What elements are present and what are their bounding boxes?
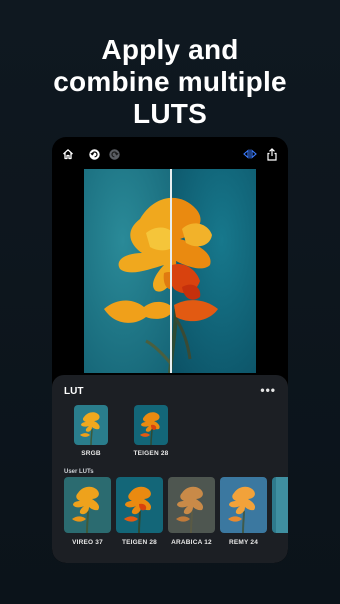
- compare-icon[interactable]: [242, 148, 258, 160]
- user-lut-label: ARABICA 12: [171, 539, 212, 546]
- headline-line-3: LUTS: [133, 98, 207, 129]
- user-lut-vireo-thumb[interactable]: [64, 477, 111, 533]
- share-icon[interactable]: [266, 147, 278, 161]
- panel-title: LUT: [64, 386, 84, 397]
- redo-icon[interactable]: [108, 148, 120, 160]
- user-lut-remy-thumb[interactable]: [220, 477, 267, 533]
- lut-panel: LUT ••• SRGB TEIGEN 28 User LUTs VIREO 3…: [52, 375, 288, 563]
- headline: Apply and combine multiple LUTS: [0, 34, 340, 130]
- home-icon[interactable]: [62, 148, 74, 160]
- user-lut-arabica-thumb[interactable]: [168, 477, 215, 533]
- user-lut-label: TEIGEN 28: [121, 539, 158, 546]
- user-lut-label: VIREO 37: [72, 539, 103, 546]
- undo-icon[interactable]: [88, 148, 100, 160]
- applied-lut-label: TEIGEN 28: [133, 450, 169, 457]
- headline-line-1: Apply and: [101, 34, 239, 65]
- user-lut-partial-thumb[interactable]: [272, 477, 288, 533]
- applied-lut-teigen-thumb[interactable]: [134, 405, 168, 445]
- user-lut-label: REMY 24: [228, 539, 259, 546]
- more-options-button[interactable]: •••: [260, 383, 276, 397]
- phone-screen: LUT ••• SRGB TEIGEN 28 User LUTs VIREO 3…: [52, 137, 288, 563]
- preview-image[interactable]: [84, 169, 256, 373]
- headline-line-2: combine multiple: [53, 66, 287, 97]
- user-lut-teigen-thumb[interactable]: [116, 477, 163, 533]
- applied-lut-srgb-thumb[interactable]: [74, 405, 108, 445]
- compare-split-handle[interactable]: [170, 169, 172, 373]
- applied-lut-label: SRGB: [81, 450, 101, 457]
- top-toolbar: [52, 137, 288, 169]
- user-luts-heading: User LUTs: [64, 469, 94, 475]
